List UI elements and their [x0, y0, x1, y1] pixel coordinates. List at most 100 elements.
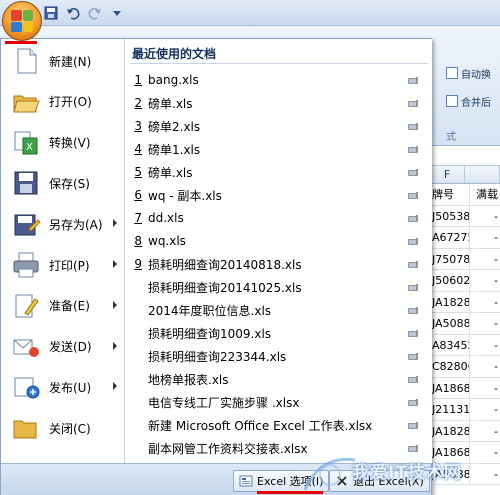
- recent-document-item[interactable]: 9 损耗明细查询20140818.xls: [126, 253, 432, 275]
- pin-icon[interactable]: [406, 213, 420, 223]
- save-icon[interactable]: [42, 4, 60, 22]
- table-cell[interactable]: J21131: [430, 399, 470, 420]
- table-cell[interactable]: -: [470, 335, 500, 356]
- close-folder-icon: [11, 413, 41, 443]
- excel-options-button[interactable]: Excel 选项(I): [233, 470, 330, 492]
- table-cell[interactable]: JA1868: [430, 442, 470, 463]
- table-cell[interactable]: JA1868: [430, 377, 470, 398]
- pin-icon[interactable]: [406, 374, 420, 384]
- menu-item-publish[interactable]: 发布(U): [5, 368, 123, 406]
- recent-document-item[interactable]: 2014年度职位信息.xls: [126, 299, 432, 321]
- menu-item-convert[interactable]: X 转换(V): [5, 124, 123, 162]
- pin-icon[interactable]: [406, 190, 420, 200]
- table-row: A83452-: [430, 334, 500, 356]
- table-cell[interactable]: JA1828: [430, 291, 470, 312]
- table-cell[interactable]: -: [470, 249, 500, 270]
- save-disk-icon: [11, 168, 41, 198]
- menu-item-save-disk[interactable]: 保存(S): [5, 164, 123, 202]
- undo-icon[interactable]: [64, 4, 82, 22]
- recent-document-item[interactable]: 4 磅单1.xls: [126, 138, 432, 160]
- pin-icon[interactable]: [406, 397, 420, 407]
- menu-item-save-as[interactable]: 另存为(A): [5, 205, 123, 243]
- recent-document-item[interactable]: 损耗明细查询1009.xls: [126, 322, 432, 344]
- table-cell[interactable]: A83452: [430, 334, 470, 355]
- table-cell[interactable]: JA5088: [430, 313, 470, 334]
- recent-document-number: 9: [134, 257, 142, 271]
- menu-item-send[interactable]: 发送(D): [5, 328, 123, 366]
- recent-document-name: 损耗明细查询223344.xls: [148, 349, 287, 364]
- pin-icon[interactable]: [406, 443, 420, 453]
- pin-icon[interactable]: [406, 236, 420, 246]
- recent-document-item[interactable]: 损耗明细查询20141025.xls: [126, 276, 432, 298]
- recent-document-number: 5: [134, 165, 142, 179]
- table-cell[interactable]: -: [470, 313, 500, 334]
- recent-document-item[interactable]: 1 bang.xls: [126, 69, 432, 91]
- pin-icon[interactable]: [406, 167, 420, 177]
- table-cell[interactable]: -: [470, 421, 500, 442]
- pin-icon[interactable]: [406, 259, 420, 269]
- table-cell[interactable]: 满载: [470, 184, 500, 205]
- menu-item-new-document[interactable]: 新建(N): [5, 42, 123, 80]
- pin-icon[interactable]: [406, 328, 420, 338]
- recent-document-item[interactable]: 副本网管工作资料交接表.xlsx: [126, 437, 432, 459]
- office-logo-icon: [11, 10, 33, 32]
- recent-document-item[interactable]: 地榜单报表.xls: [126, 368, 432, 390]
- pin-icon[interactable]: [406, 305, 420, 315]
- recent-document-number: 6: [134, 188, 142, 202]
- table-cell[interactable]: 牌号: [430, 184, 470, 205]
- table-cell[interactable]: J75078: [430, 248, 470, 269]
- submenu-arrow-icon: [113, 219, 117, 228]
- table-cell[interactable]: -: [470, 399, 500, 420]
- recent-document-item[interactable]: 6 wq - 副本.xls: [126, 184, 432, 206]
- table-cell[interactable]: -: [470, 464, 500, 485]
- table-cell[interactable]: -: [470, 378, 500, 399]
- wrap-text-button[interactable]: 自动换: [446, 64, 500, 82]
- recent-document-name: wq.xls: [148, 234, 186, 248]
- table-row: J75078-: [430, 248, 500, 270]
- table-cell[interactable]: -: [470, 442, 500, 463]
- menu-item-open-folder[interactable]: 打开(O): [5, 83, 123, 121]
- table-cell[interactable]: JA5088: [430, 463, 470, 484]
- pin-icon[interactable]: [406, 351, 420, 361]
- quick-access-toolbar: [42, 4, 126, 22]
- recent-document-item[interactable]: 5 磅单.xls: [126, 161, 432, 183]
- recent-document-item[interactable]: 2 磅单.xls: [126, 92, 432, 114]
- table-cell[interactable]: -: [470, 227, 500, 248]
- table-cell[interactable]: J50602: [430, 270, 470, 291]
- table-row: J50602-: [430, 270, 500, 292]
- merge-center-button[interactable]: 合并后: [446, 92, 500, 110]
- pin-icon[interactable]: [406, 420, 420, 430]
- recent-document-item[interactable]: 新建 Microsoft Office Excel 工作表.xlsx: [126, 414, 432, 436]
- recent-document-item[interactable]: 7 dd.xls: [126, 207, 432, 229]
- table-cell[interactable]: C82806: [430, 356, 470, 377]
- sheet-grid[interactable]: 牌号满载J50538-A67275-J75078-J50602-JA1828-J…: [430, 184, 500, 495]
- table-cell[interactable]: A67275: [430, 227, 470, 248]
- formula-bar[interactable]: [430, 146, 500, 166]
- column-header-g[interactable]: [465, 166, 500, 183]
- recent-document-number: 8: [134, 234, 142, 248]
- pin-icon[interactable]: [406, 75, 420, 85]
- menu-commands: 新建(N) 打开(O) X 转换(V) 保存(S) 另存为(A) 打印(P) 准备(E) 发送(…: [1, 39, 125, 463]
- recent-document-item[interactable]: 8 wq.xls: [126, 230, 432, 252]
- menu-item-prepare[interactable]: 准备(E): [5, 287, 123, 325]
- table-cell[interactable]: J50538: [430, 205, 470, 226]
- pin-icon[interactable]: [406, 121, 420, 131]
- table-cell[interactable]: -: [470, 356, 500, 377]
- redo-icon[interactable]: [86, 4, 104, 22]
- recent-document-item[interactable]: 损耗明细查询223344.xls: [126, 345, 432, 367]
- office-button[interactable]: [2, 1, 42, 41]
- recent-document-item[interactable]: 电信专线工厂实施步骤 .xlsx: [126, 391, 432, 413]
- menu-item-close-folder[interactable]: 关闭(C): [5, 409, 123, 447]
- menu-item-printer[interactable]: 打印(P): [5, 246, 123, 284]
- column-header-f[interactable]: F: [430, 166, 465, 183]
- exit-excel-button[interactable]: 退出 Excel(X): [329, 470, 430, 492]
- table-cell[interactable]: JA1828: [430, 420, 470, 441]
- pin-icon[interactable]: [406, 98, 420, 108]
- table-cell[interactable]: -: [470, 206, 500, 227]
- pin-icon[interactable]: [406, 282, 420, 292]
- recent-document-item[interactable]: 3 磅单2.xls: [126, 115, 432, 137]
- table-cell[interactable]: -: [470, 270, 500, 291]
- customize-icon[interactable]: [108, 4, 126, 22]
- table-cell[interactable]: -: [470, 292, 500, 313]
- pin-icon[interactable]: [406, 144, 420, 154]
